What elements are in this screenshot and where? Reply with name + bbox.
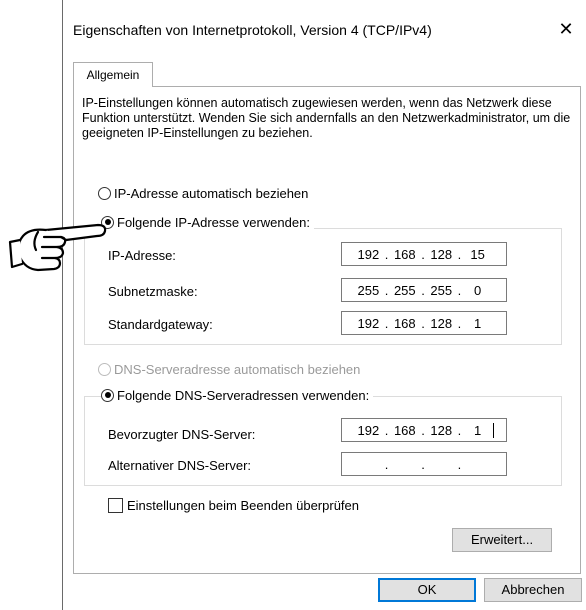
dot: . bbox=[421, 422, 425, 438]
default-gateway-label: Standardgateway: bbox=[108, 317, 213, 332]
radio-ip-manual-label: Folgende IP-Adresse verwenden: bbox=[117, 214, 310, 230]
dot: . bbox=[421, 246, 425, 262]
octet: 255 bbox=[393, 282, 416, 298]
radio-dns-manual-label: Folgende DNS-Serveradressen verwenden: bbox=[117, 387, 370, 403]
ok-button[interactable]: OK bbox=[378, 578, 476, 602]
dot: . bbox=[421, 456, 425, 472]
tab-allgemein[interactable]: Allgemein bbox=[73, 62, 153, 87]
close-button[interactable]: ✕ bbox=[549, 14, 583, 44]
octet: 168 bbox=[393, 422, 416, 438]
description-text: IP-Einstellungen können automatisch zuge… bbox=[82, 96, 571, 140]
checkbox-box bbox=[108, 498, 123, 513]
radio-circle bbox=[98, 186, 111, 200]
dot: . bbox=[384, 282, 389, 298]
octet: 1 bbox=[474, 422, 482, 438]
dot: . bbox=[384, 246, 389, 262]
dot: . bbox=[384, 315, 389, 331]
octet: 15 bbox=[470, 246, 485, 262]
preferred-dns-label: Bevorzugter DNS-Server: bbox=[108, 427, 256, 442]
radio-dns-auto[interactable]: DNS-Serveradresse automatisch beziehen bbox=[98, 360, 360, 378]
octet: 128 bbox=[430, 315, 453, 331]
octet: 192 bbox=[357, 422, 380, 438]
subnet-mask-label: Subnetzmaske: bbox=[108, 284, 198, 299]
octet: 128 bbox=[430, 246, 453, 262]
octet: 168 bbox=[393, 246, 416, 262]
octet: 255 bbox=[430, 282, 453, 298]
advanced-button[interactable]: Erweitert... bbox=[452, 528, 552, 552]
octet: 0 bbox=[474, 282, 482, 298]
title-bar: Eigenschaften von Internetprotokoll, Ver… bbox=[63, 0, 586, 58]
preferred-dns-field[interactable]: 192. 168. 128. 1 bbox=[341, 418, 507, 442]
dot: . bbox=[457, 456, 462, 472]
dot: . bbox=[457, 315, 462, 331]
dot: . bbox=[384, 456, 389, 472]
dot: . bbox=[384, 422, 389, 438]
radio-ip-auto[interactable]: IP-Adresse automatisch beziehen bbox=[98, 184, 308, 202]
text-caret bbox=[493, 423, 494, 438]
octet: 192 bbox=[357, 246, 380, 262]
octet: 168 bbox=[393, 315, 416, 331]
octet: 192 bbox=[357, 315, 380, 331]
pointing-hand-icon bbox=[6, 212, 110, 278]
octet: 1 bbox=[474, 315, 482, 331]
alternate-dns-field[interactable]: . . . bbox=[341, 452, 507, 476]
radio-circle-disabled bbox=[98, 362, 111, 376]
octet: 128 bbox=[430, 422, 453, 438]
default-gateway-field[interactable]: 192. 168. 128. 1 bbox=[341, 311, 507, 335]
validate-settings-checkbox[interactable]: Einstellungen beim Beenden überprüfen bbox=[108, 498, 359, 513]
dot: . bbox=[421, 315, 425, 331]
dot: . bbox=[457, 282, 462, 298]
dot: . bbox=[421, 282, 425, 298]
radio-circle-selected bbox=[101, 388, 114, 402]
alternate-dns-label: Alternativer DNS-Server: bbox=[108, 458, 252, 473]
radio-ip-manual[interactable]: Folgende IP-Adresse verwenden: bbox=[101, 213, 314, 231]
radio-ip-auto-label: IP-Adresse automatisch beziehen bbox=[114, 185, 309, 201]
close-icon: ✕ bbox=[558, 19, 574, 39]
ip-address-field[interactable]: 192. 168. 128. 15 bbox=[341, 242, 507, 266]
dot: . bbox=[457, 246, 462, 262]
window-title: Eigenschaften von Internetprotokoll, Ver… bbox=[73, 22, 432, 38]
radio-dns-manual[interactable]: Folgende DNS-Serveradressen verwenden: bbox=[101, 386, 374, 404]
dot: . bbox=[457, 422, 462, 438]
validate-settings-label: Einstellungen beim Beenden überprüfen bbox=[127, 498, 360, 513]
octet: 255 bbox=[357, 282, 380, 298]
cancel-button[interactable]: Abbrechen bbox=[484, 578, 582, 602]
radio-dns-auto-label: DNS-Serveradresse automatisch beziehen bbox=[114, 361, 361, 377]
subnet-mask-field[interactable]: 255. 255. 255. 0 bbox=[341, 278, 507, 302]
ip-address-label: IP-Adresse: bbox=[108, 248, 176, 263]
